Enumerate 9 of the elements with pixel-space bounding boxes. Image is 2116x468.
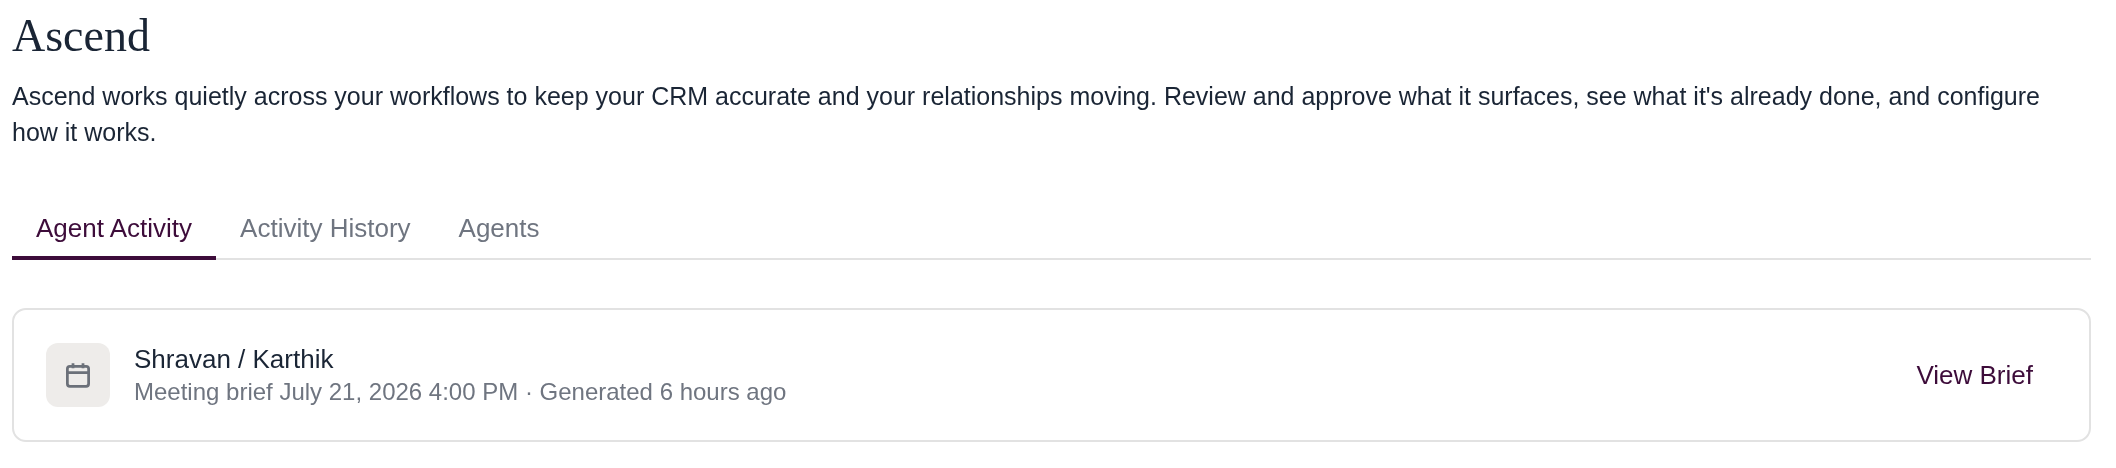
page-title: Ascend	[12, 9, 151, 63]
activity-subtitle: Meeting brief July 21, 2026 4:00 PM · Generated 6 hours ago	[134, 377, 788, 407]
activity-title: Shravan / Karthik	[134, 343, 335, 376]
view-brief-button[interactable]: View Brief	[1916, 351, 2033, 399]
tab[interactable]: Agent Activity	[12, 200, 217, 260]
tab[interactable]: Activity History	[216, 200, 435, 260]
tab[interactable]: Agents	[434, 200, 564, 260]
page-description: Ascend works quietly across your workflows to keep your CRM accurate and your relationships moving. Review and approve what it surfaces, see what it's already done, and configure how it works.	[12, 81, 2041, 148]
calendar-icon	[46, 343, 110, 407]
